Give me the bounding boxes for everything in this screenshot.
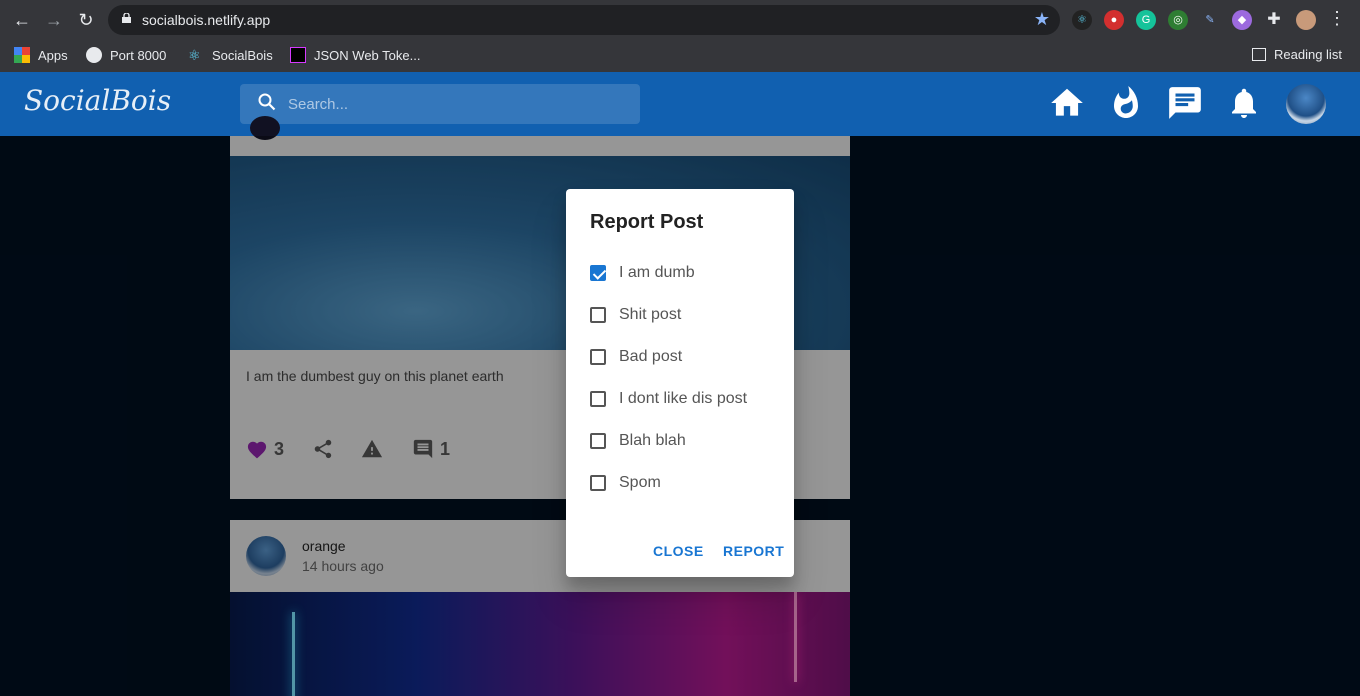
grammarly-icon[interactable]: G: [1136, 10, 1156, 30]
checkbox-checked[interactable]: [590, 265, 606, 281]
option-label: Blah blah: [619, 432, 686, 449]
report-option[interactable]: Spom: [590, 474, 661, 492]
option-label: Bad post: [619, 348, 683, 365]
reading-list-label: Reading list: [1274, 47, 1342, 62]
jwt-icon: [290, 47, 306, 63]
bookmark-apps[interactable]: Apps: [14, 47, 68, 63]
extension-purple-icon[interactable]: ◆: [1232, 10, 1252, 30]
lock-icon: [122, 13, 131, 23]
apps-grid-icon: [14, 47, 30, 63]
checkbox[interactable]: [590, 349, 606, 365]
url-text: socialbois.netlify.app: [142, 12, 271, 28]
report-option[interactable]: I dont like dis post: [590, 390, 747, 408]
notifications-icon[interactable]: [1226, 84, 1266, 124]
profile-avatar-icon[interactable]: [1296, 10, 1316, 30]
browser-menu-icon[interactable]: ⋮: [1328, 8, 1346, 29]
reload-icon[interactable]: ↻: [74, 8, 98, 32]
reading-list-icon: [1252, 48, 1266, 61]
search-input[interactable]: Search...: [288, 96, 348, 113]
react-devtools-icon[interactable]: ⚛: [1072, 10, 1092, 30]
bookmark-label: SocialBois: [212, 47, 273, 63]
bookmark-jwt[interactable]: JSON Web Toke...: [290, 47, 420, 63]
checkbox[interactable]: [590, 433, 606, 449]
bookmark-label: Apps: [38, 47, 68, 63]
back-icon[interactable]: ←: [10, 8, 34, 32]
bookmark-label: JSON Web Toke...: [314, 47, 421, 63]
extension-red-icon[interactable]: ●: [1104, 10, 1124, 30]
close-button[interactable]: CLOSE: [653, 543, 704, 559]
user-avatar[interactable]: [1286, 84, 1326, 124]
forward-icon[interactable]: →: [42, 8, 66, 32]
report-option[interactable]: Blah blah: [590, 432, 686, 450]
bookmarks-bar: Apps Port 8000 ⚛ SocialBois JSON Web Tok…: [0, 40, 1360, 73]
chat-icon[interactable]: [1166, 84, 1206, 124]
report-submit-button[interactable]: REPORT: [723, 543, 784, 559]
report-dialog: Report Post I am dumb Shit post Bad post…: [566, 189, 794, 577]
app-logo[interactable]: SocialBois: [24, 84, 171, 117]
extension-green-icon[interactable]: ◎: [1168, 10, 1188, 30]
extensions-puzzle-icon[interactable]: ✚: [1264, 10, 1284, 30]
bookmark-label: Port 8000: [110, 47, 167, 63]
checkbox[interactable]: [590, 475, 606, 491]
report-option[interactable]: Shit post: [590, 306, 681, 324]
checkbox[interactable]: [590, 307, 606, 323]
reading-list[interactable]: Reading list: [1252, 47, 1342, 62]
bookmark-socialbois[interactable]: ⚛ SocialBois: [188, 47, 273, 63]
report-option[interactable]: Bad post: [590, 348, 682, 366]
search-icon: [258, 93, 276, 116]
address-bar[interactable]: socialbois.netlify.app ★: [108, 5, 1060, 35]
option-label: I dont like dis post: [619, 390, 748, 407]
extension-pen-icon[interactable]: ✎: [1200, 10, 1220, 30]
dialog-title: Report Post: [590, 211, 704, 233]
report-option[interactable]: I am dumb: [590, 264, 695, 282]
globe-icon: [86, 47, 102, 63]
option-label: Spom: [619, 474, 661, 491]
fire-icon[interactable]: [1108, 84, 1148, 124]
option-label: Shit post: [619, 306, 682, 323]
browser-toolbar: ← → ↻ socialbois.netlify.app ★ ⚛ ● G ◎ ✎…: [0, 0, 1360, 40]
search-bar[interactable]: Search...: [240, 84, 640, 124]
home-icon[interactable]: [1048, 84, 1088, 124]
app-header: SocialBois Search...: [0, 72, 1360, 136]
react-icon: ⚛: [188, 47, 201, 63]
checkbox[interactable]: [590, 391, 606, 407]
bookmark-port-8000[interactable]: Port 8000: [86, 47, 166, 63]
bookmark-star-icon[interactable]: ★: [1034, 9, 1050, 30]
option-label: I am dumb: [619, 264, 695, 281]
